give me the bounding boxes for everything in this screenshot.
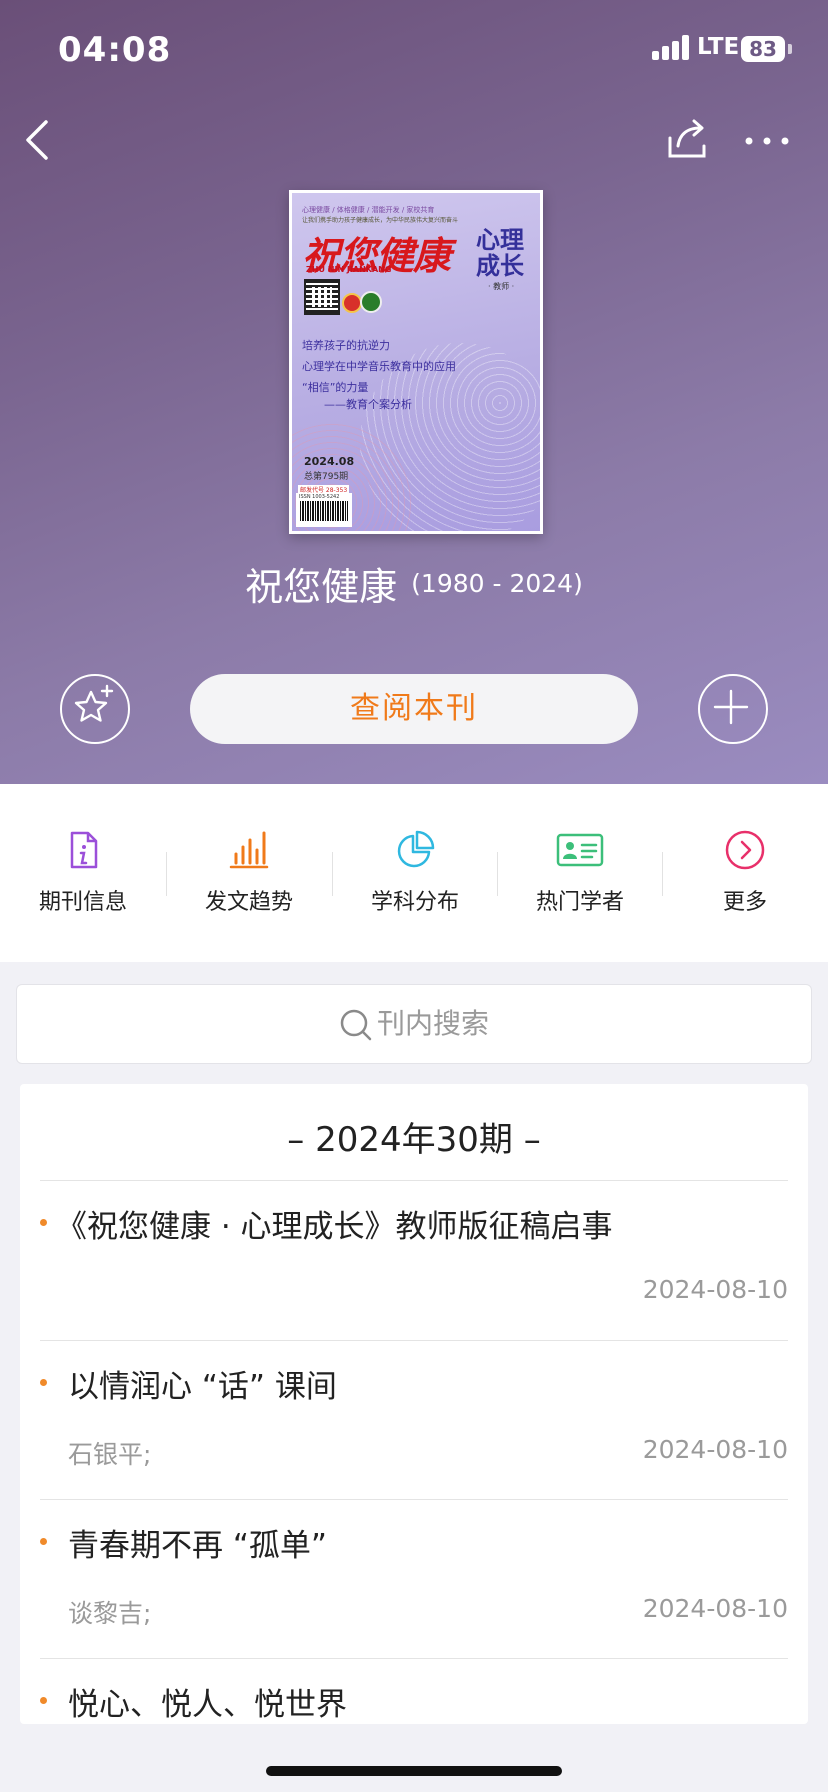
status-bar: 04:08 LTE 83 <box>0 0 828 100</box>
dash-icon: – <box>512 1120 541 1160</box>
cover-slogan: 让我们携手助力孩子健康成长，为中华民族伟大复兴而奋斗 <box>302 217 459 224</box>
cover-headlines: 培养孩子的抗逆力 心理学在中学音乐教育中的应用 “相信”的力量 ——教育个案分析 <box>302 335 456 412</box>
quick-link-journal-info[interactable]: 期刊信息 <box>0 830 166 916</box>
journal-cover-image[interactable]: 心理健康 / 体格健康 / 潜能开发 / 家校共育 让我们携手助力孩子健康成长，… <box>289 190 543 534</box>
star-plus-icon <box>74 684 114 722</box>
journal-header: 04:08 LTE 83 心理健康 / 体格健康 / 潜能开发 / 家校共育 让… <box>0 0 828 784</box>
quick-link-label: 热门学者 <box>535 890 624 915</box>
journal-name: 祝您健康 <box>245 565 398 609</box>
article-date: 2024-08-10 <box>642 1435 788 1464</box>
article-title: 以情润心 “话” 课间 <box>68 1369 337 1405</box>
back-button[interactable] <box>20 118 60 162</box>
network-type: LTE <box>697 34 740 60</box>
battery-icon: 83 <box>741 36 785 62</box>
cover-headline: 培养孩子的抗逆力 <box>302 339 390 352</box>
journal-title: 祝您健康 (1980 - 2024) <box>0 556 828 611</box>
badge-icon <box>360 291 382 313</box>
cover-isbn: ISSN 1003-5242 <box>299 494 340 500</box>
bar-chart-icon <box>229 830 269 870</box>
article-title: 青春期不再 “孤单” <box>68 1528 327 1564</box>
bullet <box>40 1697 47 1704</box>
cover-pinyin: ZHU NIN JIANKANG <box>306 265 392 274</box>
issue-heading[interactable]: – 2024年30期 – <box>20 1112 808 1161</box>
ellipsis-icon <box>745 137 789 145</box>
badge-icon <box>342 293 362 313</box>
article-date: 2024-08-10 <box>642 1594 788 1623</box>
list-item[interactable]: 《祝您健康 · 心理成长》教师版征稿启事 2024-08-10 <box>20 1181 808 1339</box>
article-date: 2024-08-10 <box>642 1275 788 1304</box>
home-indicator[interactable] <box>266 1766 562 1776</box>
pie-chart-icon <box>395 830 435 870</box>
list-item[interactable]: 悦心、悦人、悦世界 <box>20 1659 808 1724</box>
chevron-circle-right-icon <box>725 830 765 870</box>
chevron-left-icon <box>26 120 48 160</box>
quick-link-subject-distribution[interactable]: 学科分布 <box>332 830 498 916</box>
article-title: 《祝您健康 · 心理成长》教师版征稿启事 <box>56 1209 613 1245</box>
journal-info-icon <box>63 830 103 870</box>
quick-link-label: 学科分布 <box>370 890 459 915</box>
share-button[interactable] <box>664 116 710 162</box>
quick-link-popular-scholars[interactable]: 热门学者 <box>497 830 663 916</box>
journal-years: (1980 - 2024) <box>411 569 583 598</box>
status-time: 04:08 <box>58 30 172 70</box>
article-author: 谈黎吉; <box>68 1599 152 1628</box>
quick-link-publication-trend[interactable]: 发文趋势 <box>166 830 332 916</box>
quick-links: 期刊信息 发文趋势 学科分布 热门学者 更多 <box>0 784 828 962</box>
cover-issue-number: 总第795期 <box>304 472 349 482</box>
article-title: 悦心、悦人、悦世界 <box>68 1687 347 1723</box>
dash-icon: – <box>287 1120 316 1160</box>
list-item[interactable]: 青春期不再 “孤单” 谈黎吉; 2024-08-10 <box>20 1500 808 1658</box>
search-field[interactable]: 刊内搜索 <box>17 985 811 1063</box>
issue-label: 2024年30期 <box>315 1120 513 1160</box>
plus-icon <box>713 689 749 725</box>
search-placeholder: 刊内搜索 <box>376 1007 489 1040</box>
list-item[interactable]: 以情润心 “话” 课间 石银平; 2024-08-10 <box>20 1341 808 1499</box>
share-icon <box>668 119 706 158</box>
id-card-icon <box>556 830 604 870</box>
quick-link-more[interactable]: 更多 <box>662 830 828 916</box>
cover-date: 2024.08 <box>304 455 355 468</box>
cover-headline: ——教育个案分析 <box>324 398 412 411</box>
more-button[interactable] <box>744 126 790 156</box>
article-author: 石银平; <box>68 1440 152 1469</box>
in-journal-search[interactable]: 刊内搜索 <box>16 984 812 1064</box>
signal-icon <box>652 34 694 60</box>
bullet <box>40 1219 47 1226</box>
barcode-icon: ISSN 1003-5242 <box>296 493 352 527</box>
read-journal-button[interactable]: 查阅本刊 <box>190 674 638 744</box>
search-icon <box>340 1009 372 1041</box>
quick-link-label: 更多 <box>722 890 767 915</box>
cover-edition: · 教师 · <box>488 282 515 291</box>
favorite-button[interactable] <box>60 674 130 744</box>
cover-headline: “相信”的力量 <box>302 381 369 394</box>
cover-headline: 心理学在中学音乐教育中的应用 <box>302 360 456 373</box>
issue-article-list: – 2024年30期 – 《祝您健康 · 心理成长》教师版征稿启事 2024-0… <box>20 1084 808 1724</box>
quick-link-label: 期刊信息 <box>38 890 127 915</box>
bullet <box>40 1379 47 1386</box>
add-button[interactable] <box>698 674 768 744</box>
cover-subtitle: 心理成长 <box>476 226 524 280</box>
cover-topics: 心理健康 / 体格健康 / 潜能开发 / 家校共育 <box>302 206 435 214</box>
qr-code-icon <box>304 279 340 315</box>
bullet <box>40 1538 47 1545</box>
battery-tip <box>788 44 792 54</box>
quick-link-label: 发文趋势 <box>204 890 293 915</box>
